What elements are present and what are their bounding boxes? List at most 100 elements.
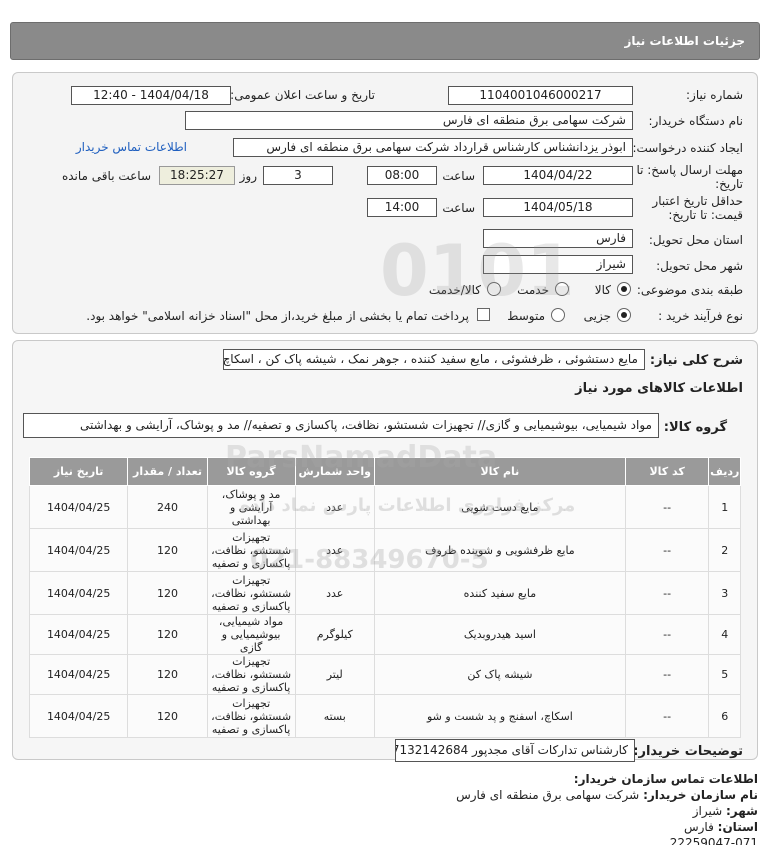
need-number-label: شماره نیاز: [686,88,743,102]
process-radio-minor[interactable] [617,308,631,322]
contact-phone-line: 22259047-071 [670,836,758,845]
col-name: نام کالا [373,457,626,486]
treasury-payment-checkbox[interactable] [477,308,490,321]
cell-qty: 120 [127,614,208,655]
category-radio-service[interactable] [555,282,569,296]
cell-group: مد و پوشاک، آرایشی و بهداشتی [206,485,296,529]
creator-field: ابوذر یزدانشناس کارشناس قرارداد شرکت سها… [233,138,633,157]
contact-province: فارس [683,820,714,834]
cell-date: 1404/04/25 [28,571,129,615]
category-radio-both[interactable] [487,282,501,296]
remaining-time-field: 18:25:27 [159,166,235,185]
col-group: گروه کالا [206,457,296,486]
contact-city-line: شهر: شیراز [693,804,758,818]
col-code: کد کالا [624,457,710,486]
cell-unit: لیتر [294,654,375,695]
cell-group: تجهیزات شستشو، نظافت، پاکسازی و تصفیه [206,571,296,615]
cell-qty: 120 [127,694,208,738]
cell-code: -- [624,528,710,572]
buyer-notes-field: کارشناس تدارکات آقای مجدپور 07132142684 [395,739,635,762]
cell-date: 1404/04/25 [28,694,129,738]
validity-label-1: حداقل تاریخ اعتبار [652,194,743,208]
general-desc-label: شرح کلی نیاز: [649,353,743,368]
col-date: تاریخ نیاز [28,457,129,486]
cell-name: اسکاچ، اسفنج و پد شست و شو [373,694,626,738]
deadline-time-label: ساعت [442,169,475,183]
goods-panel: شرح کلی نیاز: مایع دستشوئی ، ظرفشوئی ، م… [12,340,758,762]
category-option-both: کالا/خدمت [428,283,481,297]
deadline-label-1: مهلت ارسال پاسخ: تا [636,163,743,177]
goods-table: ردیف کد کالا نام کالا واحد شمارش گروه کا… [28,457,741,738]
cell-row: 1 [708,485,741,529]
city-label: شهر محل تحویل: [656,259,743,273]
province-field: فارس [483,229,633,248]
treasury-payment-note: پرداخت تمام یا بخشی از مبلغ خرید،از محل … [86,309,469,323]
cell-row: 5 [708,654,741,695]
buyer-notes-label: توضیحات خریدار: [633,744,743,759]
validity-label-2: قیمت: تا تاریخ: [668,208,743,222]
cell-name: اسید هیدروبدیک [373,614,626,655]
cell-date: 1404/04/25 [28,654,129,695]
remaining-time-label: ساعت باقی مانده [61,169,151,183]
table-row: 2 -- مایع ظرفشویی و شوینده ظروف عدد تجهیزات … [28,528,741,572]
cell-name: شیشه پاک کن [373,654,626,695]
announce-label: تاریخ و ساعت اعلان عمومی: [230,88,375,102]
contact-org: شرکت سهامی برق منطقه ای فارس [456,788,640,802]
contact-city-label: شهر: [726,804,758,818]
goods-info-title: اطلاعات کالاهای مورد نیاز [575,381,743,396]
process-radio-medium[interactable] [551,308,565,322]
cell-qty: 120 [127,571,208,615]
cell-name: مایع سفید کننده [373,571,626,615]
col-unit: واحد شمارش [294,457,375,486]
col-qty: تعداد / مقدار [127,457,208,486]
category-option-goods: کالا [594,283,611,297]
need-number-field: 1104001046000217 [448,86,633,105]
cell-unit: عدد [294,485,375,529]
city-field: شیراز [483,255,633,274]
table-row: 4 -- اسید هیدروبدیک کیلوگرم مواد شیمیایی، بی… [28,614,741,655]
cell-qty: 240 [127,485,208,529]
cell-unit: عدد [294,571,375,615]
cell-code: -- [624,485,710,529]
table-row: 1 -- مایع دست شویی عدد مد و پوشاک، آرایشی و … [28,485,741,529]
contact-province-line: استان: فارس [684,820,758,834]
cell-date: 1404/04/25 [28,485,129,529]
validity-date-field: 1404/05/18 [483,198,633,217]
cell-group: مواد شیمیایی، بیوشیمیایی و گازی [206,614,296,655]
cell-row: 6 [708,694,741,738]
buyer-contact-link[interactable]: اطلاعات تماس خریدار [76,140,187,154]
deadline-time-field: 08:00 [367,166,437,185]
cell-group: تجهیزات شستشو، نظافت، پاکسازی و تصفیه [206,528,296,572]
cell-date: 1404/04/25 [28,614,129,655]
cell-group: تجهیزات شستشو، نظافت، پاکسازی و تصفیه [206,654,296,695]
goods-group-label: گروه کالا: [663,420,727,435]
goods-group-field: مواد شیمیایی، بیوشیمیایی و گازی// تجهیزا… [23,413,659,438]
buyer-org-label: نام دستگاه خریدار: [648,114,744,128]
validity-time-label: ساعت [442,201,475,215]
contact-org-line: نام سازمان خریدار: شرکت سهامی برق منطقه … [456,788,758,802]
contact-phone: 22259047-071 [669,836,758,845]
goods-table-header: ردیف کد کالا نام کالا واحد شمارش گروه کا… [28,457,741,486]
cell-name: مایع دست شویی [373,485,626,529]
deadline-date-field: 1404/04/22 [483,166,633,185]
contact-province-label: استان: [717,820,758,834]
cell-qty: 120 [127,654,208,695]
province-label: استان محل تحویل: [648,233,743,247]
cell-qty: 120 [127,528,208,572]
page-title-bar: جزئیات اطلاعات نیاز [10,22,760,60]
deadline-label-2: تاریخ: [715,177,743,191]
cell-code: -- [624,614,710,655]
process-option-medium: متوسط [507,309,545,323]
category-radio-goods[interactable] [617,282,631,296]
category-option-service: خدمت [517,283,549,297]
table-row: 6 -- اسکاچ، اسفنج و پد شست و شو بسته تجهیزات… [28,694,741,738]
cell-unit: بسته [294,694,375,738]
process-option-minor: جزیی [583,309,611,323]
cell-code: -- [624,654,710,695]
contact-city: شیراز [692,804,723,818]
buyer-org-field: شرکت سهامی برق منطقه ای فارس [185,111,633,130]
cell-date: 1404/04/25 [28,528,129,572]
cell-group: تجهیزات شستشو، نظافت، پاکسازی و تصفیه [206,694,296,738]
days-remaining-field: 3 [263,166,333,185]
category-label: طبقه بندی موضوعی: [636,283,743,297]
